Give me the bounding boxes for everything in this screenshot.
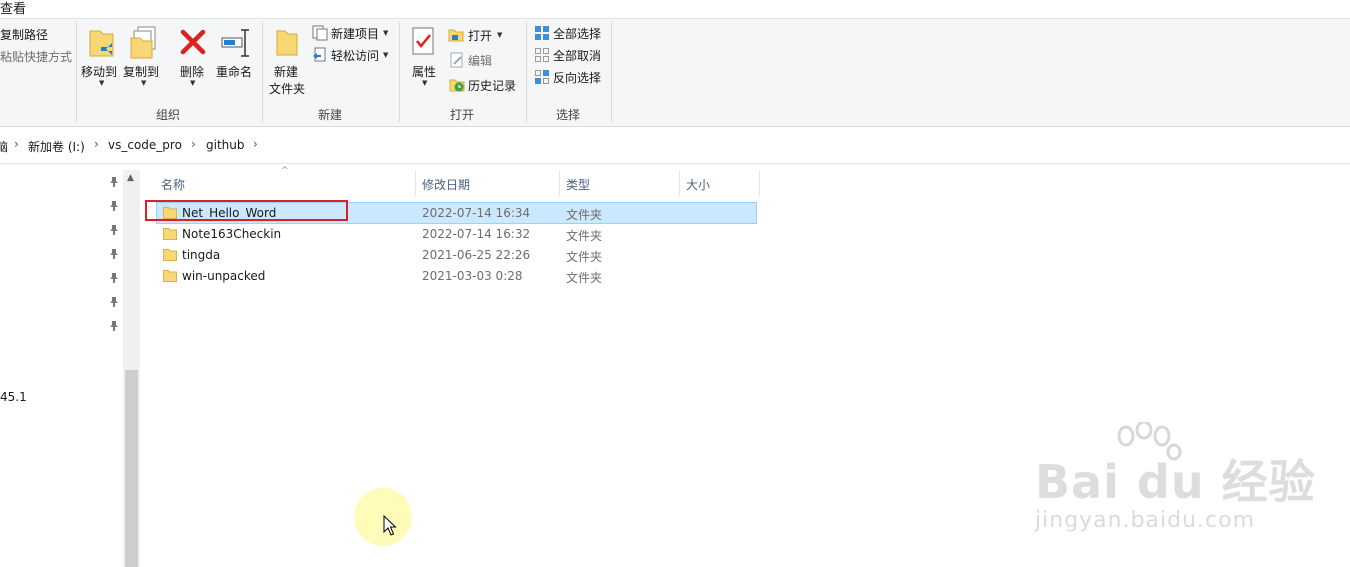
folder-icon [163, 270, 177, 282]
chevron-down-icon: ▼ [383, 29, 389, 37]
file-type: 文件夹 [566, 271, 603, 285]
chevron-right-icon[interactable]: › [14, 137, 19, 151]
file-date: 2021-03-03 0:28 [422, 269, 523, 283]
ribbon-tab-strip: 查看 [0, 0, 1350, 19]
navigation-pane[interactable]: 45.1 ▲ [0, 164, 140, 567]
file-type: 文件夹 [566, 229, 603, 243]
column-header-name[interactable]: 名称 [161, 176, 185, 193]
rename-button[interactable]: 重命名 [214, 25, 258, 97]
group-divider [611, 22, 612, 122]
new-item-button[interactable]: 新建项目 ▼ [310, 24, 392, 42]
pin-icon[interactable] [108, 296, 120, 308]
chevron-right-icon[interactable]: › [191, 137, 196, 151]
paste-shortcut-button[interactable]: 粘贴快捷方式 [0, 48, 72, 65]
column-divider[interactable] [679, 170, 680, 196]
easy-access-button[interactable]: 轻松访问 ▼ [310, 46, 392, 64]
breadcrumb-item[interactable]: github [206, 138, 244, 152]
group-divider [399, 22, 400, 122]
pin-icon[interactable] [108, 248, 120, 260]
file-type: 文件夹 [566, 250, 603, 264]
chevron-right-icon[interactable]: › [94, 137, 99, 151]
file-date: 2022-07-14 16:34 [422, 206, 531, 220]
file-type: 文件夹 [566, 208, 603, 222]
file-name: tingda [182, 248, 221, 262]
invert-selection-button[interactable]: 反向选择 [533, 68, 607, 86]
edit-button[interactable]: 编辑 [448, 51, 508, 69]
file-date: 2021-06-25 22:26 [422, 248, 531, 262]
easy-access-icon [313, 47, 326, 62]
pin-icon[interactable] [108, 176, 120, 188]
address-bar[interactable]: 脑 › 新加卷 (I:) › vs_code_pro › github › [0, 127, 1350, 164]
column-header-size[interactable]: 大小 [686, 176, 710, 193]
column-divider[interactable] [415, 170, 416, 196]
ribbon: 复制路径 粘贴快捷方式 移动到 ▼ 复制到 ▼ 删除 ▼ 重命名 组织 新建 文… [0, 19, 1350, 127]
group-divider [262, 22, 263, 122]
breadcrumb-item[interactable]: 脑 [0, 138, 8, 155]
chevron-down-icon: ▼ [190, 79, 196, 87]
chevron-down-icon: ▼ [99, 79, 105, 87]
group-label-select: 选择 [556, 108, 581, 122]
column-divider[interactable] [759, 170, 760, 196]
chevron-down-icon: ▼ [141, 79, 147, 87]
sort-ascending-icon: ^ [281, 166, 289, 176]
pin-icon[interactable] [108, 320, 120, 332]
breadcrumb-item[interactable]: vs_code_pro [108, 138, 182, 152]
file-date: 2022-07-14 16:32 [422, 227, 531, 241]
column-header-date[interactable]: 修改日期 [422, 176, 470, 193]
folder-icon [163, 228, 177, 240]
new-folder-button[interactable]: 新建 文件夹 [266, 25, 308, 101]
move-to-button[interactable]: 移动到 ▼ [80, 25, 120, 97]
file-name: Note163Checkin [182, 227, 282, 241]
copy-to-icon [130, 26, 156, 59]
nav-scrollbar-thumb[interactable] [125, 370, 138, 567]
tab-view[interactable]: 查看 [0, 0, 26, 17]
nav-item-label[interactable]: 45.1 [0, 390, 27, 404]
watermark-brand: Bai du 经验 [1035, 455, 1316, 509]
file-row[interactable]: tingda 2021-06-25 22:26 文件夹 [157, 245, 756, 265]
history-icon [449, 79, 465, 92]
group-divider [526, 22, 527, 122]
copy-path-button[interactable]: 复制路径 [0, 26, 48, 43]
select-all-icon [535, 26, 549, 40]
properties-icon [412, 27, 434, 55]
chevron-right-icon[interactable]: › [253, 137, 258, 151]
properties-button[interactable]: 属性 ▼ [404, 25, 444, 97]
group-label-new: 新建 [318, 108, 343, 122]
chevron-down-icon: ▼ [497, 31, 503, 39]
watermark-url: jingyan.baidu.com [1035, 508, 1256, 533]
breadcrumb-item[interactable]: 新加卷 (I:) [28, 138, 85, 155]
file-name: win-unpacked [182, 269, 266, 283]
new-item-icon [312, 25, 328, 41]
group-label-organize: 组织 [156, 108, 181, 122]
mouse-cursor-icon [383, 515, 397, 536]
history-button[interactable]: 历史记录 [448, 76, 522, 94]
file-row[interactable]: win-unpacked 2021-03-03 0:28 文件夹 [157, 266, 756, 286]
select-none-button[interactable]: 全部取消 [533, 46, 607, 64]
open-icon [448, 29, 464, 42]
select-all-button[interactable]: 全部选择 [533, 24, 607, 42]
move-to-icon [89, 30, 114, 57]
file-row[interactable]: Note163Checkin 2022-07-14 16:32 文件夹 [157, 224, 756, 244]
delete-icon [180, 29, 206, 55]
folder-icon [163, 249, 177, 261]
pin-icon[interactable] [108, 224, 120, 236]
pin-icon[interactable] [108, 200, 120, 212]
column-divider[interactable] [559, 170, 560, 196]
copy-to-button[interactable]: 复制到 ▼ [122, 25, 162, 97]
group-divider [76, 22, 77, 122]
chevron-down-icon: ▼ [422, 79, 428, 87]
open-button[interactable]: 打开 ▼ [448, 26, 508, 44]
delete-button[interactable]: 删除 ▼ [178, 25, 208, 97]
rename-icon [221, 29, 249, 57]
edit-icon [450, 52, 463, 68]
group-label-open: 打开 [450, 108, 475, 122]
select-none-icon [535, 48, 549, 62]
new-folder-icon [276, 30, 298, 56]
chevron-down-icon: ▼ [383, 51, 389, 59]
invert-selection-icon [535, 70, 549, 84]
annotation-highlight-box [145, 200, 348, 221]
scroll-up-arrow-icon[interactable]: ▲ [127, 173, 134, 183]
column-header-type[interactable]: 类型 [566, 176, 590, 193]
pin-icon[interactable] [108, 272, 120, 284]
